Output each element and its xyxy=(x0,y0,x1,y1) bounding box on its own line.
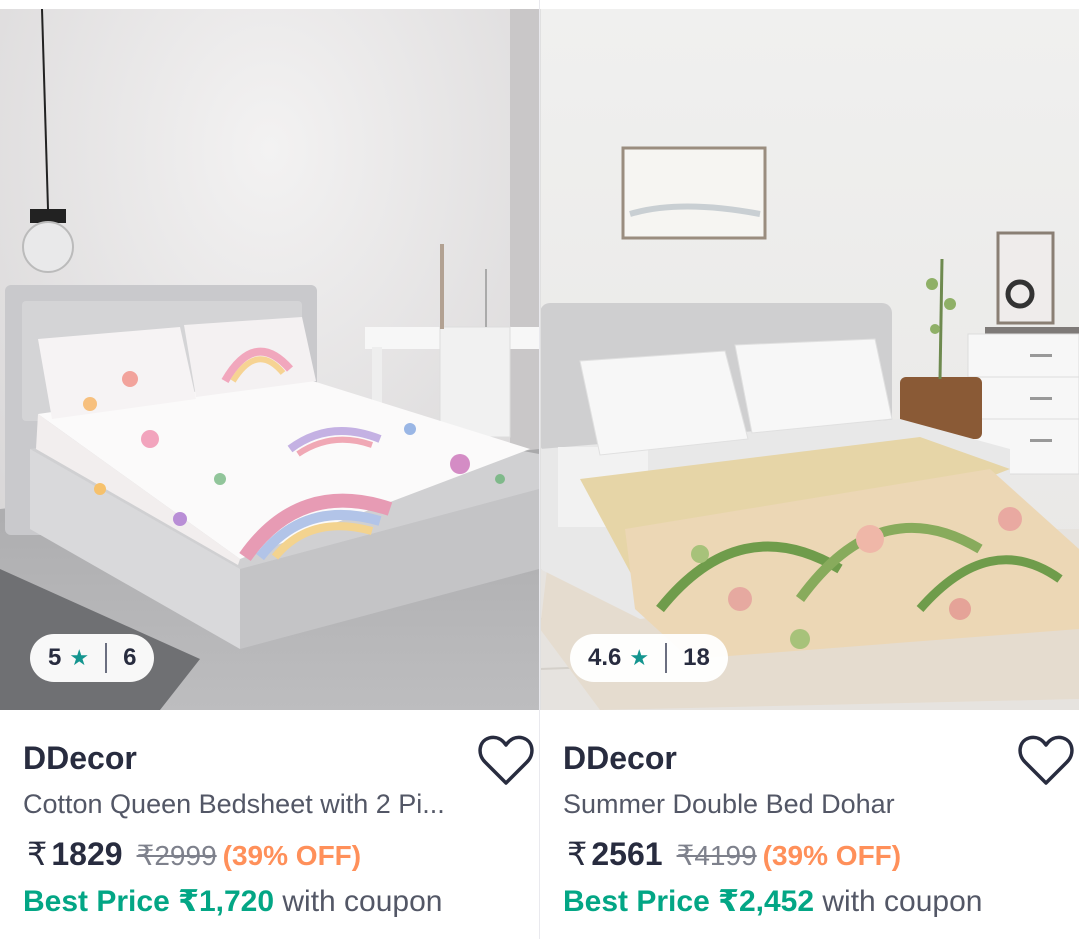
star-icon: ★ xyxy=(69,645,90,670)
discount-percent: (39% OFF) xyxy=(762,840,902,871)
best-price-row: Best Price ₹2,452 with coupon xyxy=(563,884,982,919)
brand-name: DDecor xyxy=(23,740,137,776)
original-price: ₹2999 xyxy=(136,840,217,871)
original-price: ₹4199 xyxy=(676,840,757,871)
product-image[interactable] xyxy=(0,9,539,710)
best-price-row: Best Price ₹1,720 with coupon xyxy=(23,884,442,919)
rating-divider xyxy=(665,643,668,673)
discount-percent: (39% OFF) xyxy=(222,840,362,871)
coupon-text: with coupon xyxy=(822,885,983,918)
star-icon: ★ xyxy=(629,645,650,670)
product-title: Summer Double Bed Dohar xyxy=(563,789,895,819)
coupon-text: with coupon xyxy=(282,885,443,918)
product-grid: 5 ★ 6 DDecor Cotton Queen Bedsheet with … xyxy=(0,0,1079,939)
rating-badge: 4.6 ★ 18 xyxy=(570,634,728,682)
product-card[interactable]: 5 ★ 6 DDecor Cotton Queen Bedsheet with … xyxy=(0,0,539,939)
best-price: Best Price ₹1,720 xyxy=(23,885,275,918)
card-top-spacing xyxy=(540,0,1079,9)
review-count: 6 xyxy=(123,644,137,671)
currency-symbol: ₹ xyxy=(27,836,48,872)
price-row: ₹ 1829 ₹2999 (39% OFF) xyxy=(27,835,361,873)
best-price: Best Price ₹2,452 xyxy=(563,885,815,918)
product-card[interactable]: 4.6 ★ 18 DDecor Summer Double Bed Dohar … xyxy=(540,0,1079,939)
rating-divider xyxy=(105,643,108,673)
product-title: Cotton Queen Bedsheet with 2 Pi... xyxy=(23,789,445,819)
product-image[interactable] xyxy=(540,9,1079,710)
rating-badge: 5 ★ 6 xyxy=(30,634,155,682)
review-count: 18 xyxy=(683,644,710,671)
rating-value: 4.6 xyxy=(588,644,622,671)
heart-outline-icon[interactable] xyxy=(477,733,535,787)
brand-name: DDecor xyxy=(563,740,677,776)
heart-outline-icon[interactable] xyxy=(1017,733,1075,787)
card-top-spacing xyxy=(0,0,539,9)
selling-price: 1829 xyxy=(51,836,123,872)
currency-symbol: ₹ xyxy=(567,836,588,872)
selling-price: 2561 xyxy=(591,836,663,872)
rating-value: 5 xyxy=(48,644,62,671)
price-row: ₹ 2561 ₹4199 (39% OFF) xyxy=(567,835,901,873)
